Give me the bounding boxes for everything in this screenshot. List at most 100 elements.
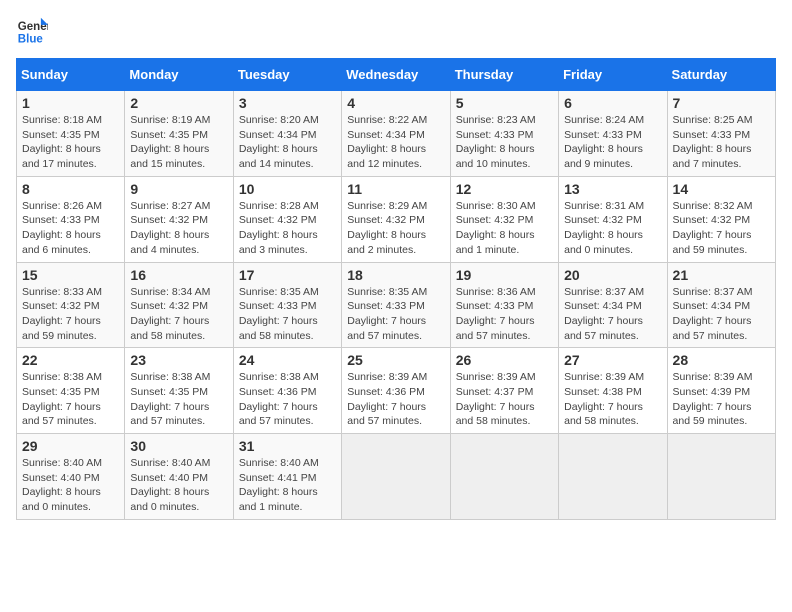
day-info: Sunrise: 8:24 AMSunset: 4:33 PMDaylight:… <box>564 113 661 172</box>
calendar-cell <box>559 434 667 520</box>
calendar-cell: 5 Sunrise: 8:23 AMSunset: 4:33 PMDayligh… <box>450 91 558 177</box>
calendar-cell: 11 Sunrise: 8:29 AMSunset: 4:32 PMDaylig… <box>342 176 450 262</box>
calendar-cell: 7 Sunrise: 8:25 AMSunset: 4:33 PMDayligh… <box>667 91 775 177</box>
day-info: Sunrise: 8:35 AMSunset: 4:33 PMDaylight:… <box>239 285 336 344</box>
calendar-week-5: 29 Sunrise: 8:40 AMSunset: 4:40 PMDaylig… <box>17 434 776 520</box>
day-number: 17 <box>239 267 336 283</box>
calendar-cell <box>342 434 450 520</box>
day-info: Sunrise: 8:25 AMSunset: 4:33 PMDaylight:… <box>673 113 770 172</box>
day-info: Sunrise: 8:30 AMSunset: 4:32 PMDaylight:… <box>456 199 553 258</box>
day-info: Sunrise: 8:39 AMSunset: 4:38 PMDaylight:… <box>564 370 661 429</box>
day-info: Sunrise: 8:38 AMSunset: 4:35 PMDaylight:… <box>22 370 119 429</box>
day-number: 19 <box>456 267 553 283</box>
day-number: 26 <box>456 352 553 368</box>
calendar-header: SundayMondayTuesdayWednesdayThursdayFrid… <box>17 59 776 91</box>
day-number: 14 <box>673 181 770 197</box>
calendar-week-2: 8 Sunrise: 8:26 AMSunset: 4:33 PMDayligh… <box>17 176 776 262</box>
day-number: 20 <box>564 267 661 283</box>
day-header-thursday: Thursday <box>450 59 558 91</box>
day-info: Sunrise: 8:20 AMSunset: 4:34 PMDaylight:… <box>239 113 336 172</box>
calendar-cell: 21 Sunrise: 8:37 AMSunset: 4:34 PMDaylig… <box>667 262 775 348</box>
day-number: 1 <box>22 95 119 111</box>
day-info: Sunrise: 8:38 AMSunset: 4:36 PMDaylight:… <box>239 370 336 429</box>
day-header-monday: Monday <box>125 59 233 91</box>
calendar-week-1: 1 Sunrise: 8:18 AMSunset: 4:35 PMDayligh… <box>17 91 776 177</box>
day-number: 25 <box>347 352 444 368</box>
day-number: 8 <box>22 181 119 197</box>
day-number: 2 <box>130 95 227 111</box>
day-header-saturday: Saturday <box>667 59 775 91</box>
day-number: 27 <box>564 352 661 368</box>
day-info: Sunrise: 8:38 AMSunset: 4:35 PMDaylight:… <box>130 370 227 429</box>
calendar-cell: 30 Sunrise: 8:40 AMSunset: 4:40 PMDaylig… <box>125 434 233 520</box>
day-info: Sunrise: 8:27 AMSunset: 4:32 PMDaylight:… <box>130 199 227 258</box>
day-info: Sunrise: 8:40 AMSunset: 4:40 PMDaylight:… <box>130 456 227 515</box>
day-info: Sunrise: 8:36 AMSunset: 4:33 PMDaylight:… <box>456 285 553 344</box>
day-number: 13 <box>564 181 661 197</box>
day-number: 10 <box>239 181 336 197</box>
day-info: Sunrise: 8:19 AMSunset: 4:35 PMDaylight:… <box>130 113 227 172</box>
calendar-cell: 31 Sunrise: 8:40 AMSunset: 4:41 PMDaylig… <box>233 434 341 520</box>
day-number: 5 <box>456 95 553 111</box>
day-header-sunday: Sunday <box>17 59 125 91</box>
day-info: Sunrise: 8:34 AMSunset: 4:32 PMDaylight:… <box>130 285 227 344</box>
calendar-cell: 9 Sunrise: 8:27 AMSunset: 4:32 PMDayligh… <box>125 176 233 262</box>
day-info: Sunrise: 8:32 AMSunset: 4:32 PMDaylight:… <box>673 199 770 258</box>
calendar-cell: 4 Sunrise: 8:22 AMSunset: 4:34 PMDayligh… <box>342 91 450 177</box>
day-info: Sunrise: 8:23 AMSunset: 4:33 PMDaylight:… <box>456 113 553 172</box>
day-info: Sunrise: 8:26 AMSunset: 4:33 PMDaylight:… <box>22 199 119 258</box>
day-number: 4 <box>347 95 444 111</box>
calendar-cell: 23 Sunrise: 8:38 AMSunset: 4:35 PMDaylig… <box>125 348 233 434</box>
day-number: 21 <box>673 267 770 283</box>
logo: General Blue <box>16 16 48 48</box>
day-number: 29 <box>22 438 119 454</box>
calendar-cell: 16 Sunrise: 8:34 AMSunset: 4:32 PMDaylig… <box>125 262 233 348</box>
calendar-week-3: 15 Sunrise: 8:33 AMSunset: 4:32 PMDaylig… <box>17 262 776 348</box>
calendar-cell: 18 Sunrise: 8:35 AMSunset: 4:33 PMDaylig… <box>342 262 450 348</box>
day-number: 24 <box>239 352 336 368</box>
calendar-cell: 20 Sunrise: 8:37 AMSunset: 4:34 PMDaylig… <box>559 262 667 348</box>
day-number: 12 <box>456 181 553 197</box>
day-number: 22 <box>22 352 119 368</box>
calendar-cell: 17 Sunrise: 8:35 AMSunset: 4:33 PMDaylig… <box>233 262 341 348</box>
calendar-cell: 26 Sunrise: 8:39 AMSunset: 4:37 PMDaylig… <box>450 348 558 434</box>
calendar-cell: 28 Sunrise: 8:39 AMSunset: 4:39 PMDaylig… <box>667 348 775 434</box>
calendar-cell: 19 Sunrise: 8:36 AMSunset: 4:33 PMDaylig… <box>450 262 558 348</box>
day-info: Sunrise: 8:28 AMSunset: 4:32 PMDaylight:… <box>239 199 336 258</box>
calendar-cell: 15 Sunrise: 8:33 AMSunset: 4:32 PMDaylig… <box>17 262 125 348</box>
day-number: 30 <box>130 438 227 454</box>
calendar-cell: 29 Sunrise: 8:40 AMSunset: 4:40 PMDaylig… <box>17 434 125 520</box>
header: General Blue <box>16 16 776 48</box>
day-number: 18 <box>347 267 444 283</box>
calendar-cell: 13 Sunrise: 8:31 AMSunset: 4:32 PMDaylig… <box>559 176 667 262</box>
day-number: 9 <box>130 181 227 197</box>
calendar-table: SundayMondayTuesdayWednesdayThursdayFrid… <box>16 58 776 520</box>
calendar-cell: 22 Sunrise: 8:38 AMSunset: 4:35 PMDaylig… <box>17 348 125 434</box>
day-number: 6 <box>564 95 661 111</box>
calendar-cell: 3 Sunrise: 8:20 AMSunset: 4:34 PMDayligh… <box>233 91 341 177</box>
day-info: Sunrise: 8:18 AMSunset: 4:35 PMDaylight:… <box>22 113 119 172</box>
calendar-week-4: 22 Sunrise: 8:38 AMSunset: 4:35 PMDaylig… <box>17 348 776 434</box>
calendar-body: 1 Sunrise: 8:18 AMSunset: 4:35 PMDayligh… <box>17 91 776 520</box>
day-info: Sunrise: 8:39 AMSunset: 4:39 PMDaylight:… <box>673 370 770 429</box>
day-info: Sunrise: 8:31 AMSunset: 4:32 PMDaylight:… <box>564 199 661 258</box>
day-number: 3 <box>239 95 336 111</box>
calendar-cell <box>667 434 775 520</box>
day-info: Sunrise: 8:22 AMSunset: 4:34 PMDaylight:… <box>347 113 444 172</box>
day-info: Sunrise: 8:39 AMSunset: 4:37 PMDaylight:… <box>456 370 553 429</box>
day-number: 7 <box>673 95 770 111</box>
day-number: 16 <box>130 267 227 283</box>
calendar-cell: 10 Sunrise: 8:28 AMSunset: 4:32 PMDaylig… <box>233 176 341 262</box>
calendar-cell: 2 Sunrise: 8:19 AMSunset: 4:35 PMDayligh… <box>125 91 233 177</box>
day-info: Sunrise: 8:39 AMSunset: 4:36 PMDaylight:… <box>347 370 444 429</box>
calendar-cell: 6 Sunrise: 8:24 AMSunset: 4:33 PMDayligh… <box>559 91 667 177</box>
day-number: 31 <box>239 438 336 454</box>
day-header-wednesday: Wednesday <box>342 59 450 91</box>
day-info: Sunrise: 8:33 AMSunset: 4:32 PMDaylight:… <box>22 285 119 344</box>
calendar-cell: 27 Sunrise: 8:39 AMSunset: 4:38 PMDaylig… <box>559 348 667 434</box>
day-header-friday: Friday <box>559 59 667 91</box>
calendar-cell: 14 Sunrise: 8:32 AMSunset: 4:32 PMDaylig… <box>667 176 775 262</box>
day-info: Sunrise: 8:29 AMSunset: 4:32 PMDaylight:… <box>347 199 444 258</box>
day-info: Sunrise: 8:35 AMSunset: 4:33 PMDaylight:… <box>347 285 444 344</box>
day-number: 15 <box>22 267 119 283</box>
